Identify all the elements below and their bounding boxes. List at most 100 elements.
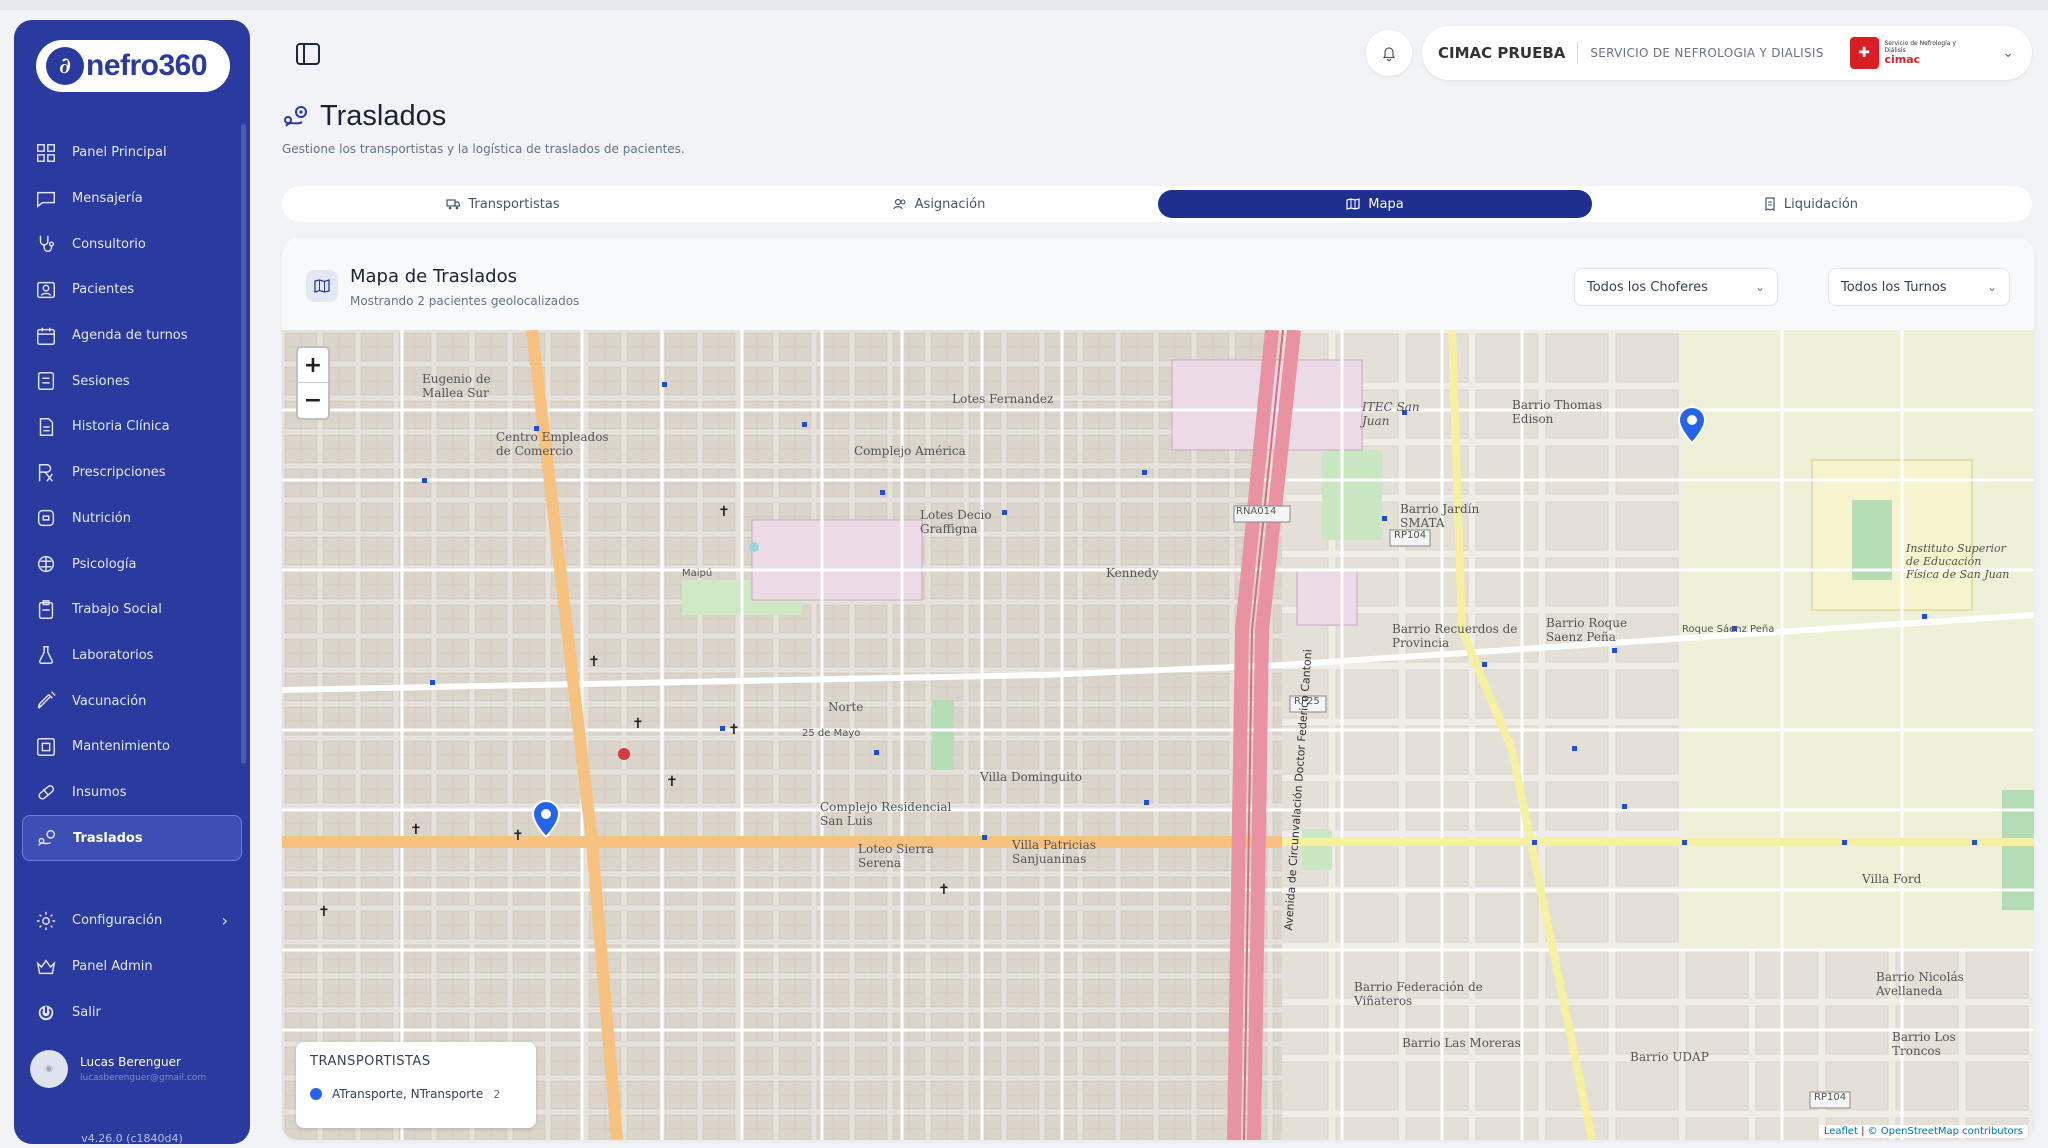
tab-bar: Transportistas Asignación Mapa Liquidaci… <box>282 186 2032 222</box>
tab-mapa[interactable]: Mapa <box>1158 190 1592 218</box>
map-label: Lotes Decio Graffigna <box>920 508 992 536</box>
map-label: Villa Dominguito <box>980 770 1083 784</box>
organization-selector[interactable]: CIMAC PRUEBA SERVICIO DE NEFROLOGIA Y DI… <box>1422 26 2032 80</box>
sidebar-item-panel-principal[interactable]: Panel Principal <box>22 130 242 176</box>
clipboard-icon <box>34 598 58 622</box>
legend-entry-label: ATransporte, NTransporte <box>332 1087 484 1101</box>
org-separator <box>1577 42 1579 64</box>
map-label: Barrio Recuerdos de Provincia <box>1392 622 1518 650</box>
sidebar-item-trabajo-social[interactable]: Trabajo Social <box>22 587 242 633</box>
tab-transportistas[interactable]: Transportistas <box>286 190 720 218</box>
sidebar-item-panel-admin[interactable]: Panel Admin <box>22 944 242 990</box>
app-logo[interactable]: ∂ nefro360 <box>36 40 230 92</box>
cimac-logo-icon: ✚ <box>1849 37 1879 69</box>
receipt-icon <box>1764 197 1776 211</box>
map-label: Villa Ford <box>1862 872 1922 886</box>
session-icon <box>34 369 58 393</box>
map-view[interactable]: ✝ ✝ ✝ ✝ ✝ ✝ ✝ ✝ ✝ Eugenio de Mallea Sur Centro… <box>282 330 2034 1140</box>
sidebar-item-prescripciones[interactable]: Prescripciones <box>22 450 242 496</box>
notifications-button[interactable] <box>1366 30 1412 76</box>
flask-icon <box>34 643 58 667</box>
svg-text:✝: ✝ <box>718 504 730 520</box>
street-label: 25 de Mayo <box>802 728 861 739</box>
svg-text:✝: ✝ <box>588 654 600 670</box>
sidebar-item-label: Agenda de turnos <box>72 328 188 344</box>
app-version: v4.26.0 (c1840d4) <box>81 1132 183 1144</box>
sidebar-item-salir[interactable]: Salir <box>22 989 242 1035</box>
svg-text:✝: ✝ <box>728 722 740 738</box>
patient-marker[interactable] <box>1678 406 1706 444</box>
sidebar-item-psicologia[interactable]: Psicología <box>22 541 242 587</box>
sidebar-item-label: Salir <box>72 1004 101 1020</box>
crown-icon <box>34 955 58 979</box>
map-label: Norte <box>828 700 864 714</box>
map-label: Complejo América <box>854 444 966 458</box>
sidebar-item-vacunacion[interactable]: Vacunación <box>22 678 242 724</box>
users-icon <box>893 198 907 210</box>
shifts-filter-select[interactable]: Todos los Turnos ⌄ <box>1828 268 2010 306</box>
tab-label: Mapa <box>1368 196 1404 212</box>
map-attribution: Leaflet | © OpenStreetMap contributors <box>1818 1125 2028 1138</box>
map-label: Kennedy <box>1106 566 1159 580</box>
sidebar-item-laboratorios[interactable]: Laboratorios <box>22 633 242 679</box>
sidebar-nav: Panel Principal Mensajería Consultorio Paci… <box>22 130 242 861</box>
sidebar-item-label: Panel Principal <box>72 145 167 161</box>
bell-icon <box>1382 47 1396 61</box>
map-legend: TRANSPORTISTAS ATransporte, NTransporte … <box>296 1042 536 1128</box>
map-card: Mapa de Traslados Mostrando 2 pacientes … <box>282 238 2034 1140</box>
map-label: Barrio Thomas Edison <box>1512 398 1602 426</box>
patient-marker[interactable] <box>532 800 560 838</box>
sidebar-item-label: Vacunación <box>72 693 147 709</box>
zoom-in-button[interactable]: + <box>298 348 328 383</box>
org-logo-text: Servicio de Nefrología y Diálisis cimac <box>1884 40 1956 66</box>
tab-liquidacion[interactable]: Liquidación <box>1594 190 2028 218</box>
sidebar-item-consultorio[interactable]: Consultorio <box>22 221 242 267</box>
svg-text:✝: ✝ <box>666 774 678 790</box>
road-shield-label: RNA014 <box>1236 506 1277 517</box>
route-icon <box>284 105 307 127</box>
maintenance-icon <box>34 735 58 759</box>
grid-icon <box>34 141 58 165</box>
sidebar-item-mantenimiento[interactable]: Mantenimiento <box>22 724 242 770</box>
legend-entry[interactable]: ATransporte, NTransporte 2 <box>310 1087 522 1101</box>
map-label: Instituto Superior de Educación Física d… <box>1906 542 2010 581</box>
sidebar-item-configuracion[interactable]: Configuración › <box>22 898 242 944</box>
drivers-filter-select[interactable]: Todos los Choferes ⌄ <box>1574 268 1778 306</box>
power-icon <box>34 1000 58 1024</box>
sidebar-item-sesiones[interactable]: Sesiones <box>22 358 242 404</box>
sidebar-item-label: Sesiones <box>72 373 130 389</box>
sidebar-item-pacientes[interactable]: Pacientes <box>22 267 242 313</box>
map-label: Barrio Roque Saenz Peña <box>1546 616 1628 644</box>
leaflet-link[interactable]: Leaflet <box>1824 1126 1858 1137</box>
sidebar-item-mensajeria[interactable]: Mensajería <box>22 176 242 222</box>
map-label: Centro Empleados de Comercio <box>496 430 609 458</box>
org-logo: ✚ Servicio de Nefrología y Diálisis cimac <box>1849 36 1970 70</box>
svg-text:✝: ✝ <box>632 716 644 732</box>
map-label: Barrio Jardín SMATA <box>1400 502 1480 530</box>
osm-link[interactable]: © OpenStreetMap contributors <box>1868 1126 2023 1137</box>
gear-icon <box>34 909 58 933</box>
card-subtitle: Mostrando 2 pacientes geolocalizados <box>350 294 580 308</box>
sidebar-item-nutricion[interactable]: Nutrición <box>22 496 242 542</box>
legend-color-dot <box>310 1088 322 1100</box>
tab-asignacion[interactable]: Asignación <box>722 190 1156 218</box>
svg-text:✝: ✝ <box>938 882 950 898</box>
tab-label: Transportistas <box>468 196 560 212</box>
map-label: Villa Patricias Sanjuaninas <box>1012 838 1096 866</box>
brain-icon <box>34 552 58 576</box>
sidebar-item-label: Mensajería <box>72 191 143 207</box>
street-label: Roque Sáenz Peña <box>1682 624 1775 635</box>
sidebar-item-traslados[interactable]: Traslados <box>22 815 242 861</box>
sidebar-item-insumos[interactable]: Insumos <box>22 770 242 816</box>
avatar: ◉ <box>30 1050 68 1088</box>
sidebar-item-agenda-de-turnos[interactable]: Agenda de turnos <box>22 313 242 359</box>
document-icon <box>34 415 58 439</box>
panel-toggle-icon <box>296 43 320 65</box>
legend-title: TRANSPORTISTAS <box>310 1054 431 1069</box>
sidebar-toggle-button[interactable] <box>294 40 322 68</box>
user-card-icon <box>34 278 58 302</box>
svg-text:✝: ✝ <box>318 904 330 920</box>
user-profile[interactable]: ◉ Lucas Berenguer lucasberenguer@gmail.c… <box>30 1050 206 1088</box>
zoom-out-button[interactable]: − <box>298 383 328 418</box>
sidebar-item-historia-clinica[interactable]: Historia Clínica <box>22 404 242 450</box>
